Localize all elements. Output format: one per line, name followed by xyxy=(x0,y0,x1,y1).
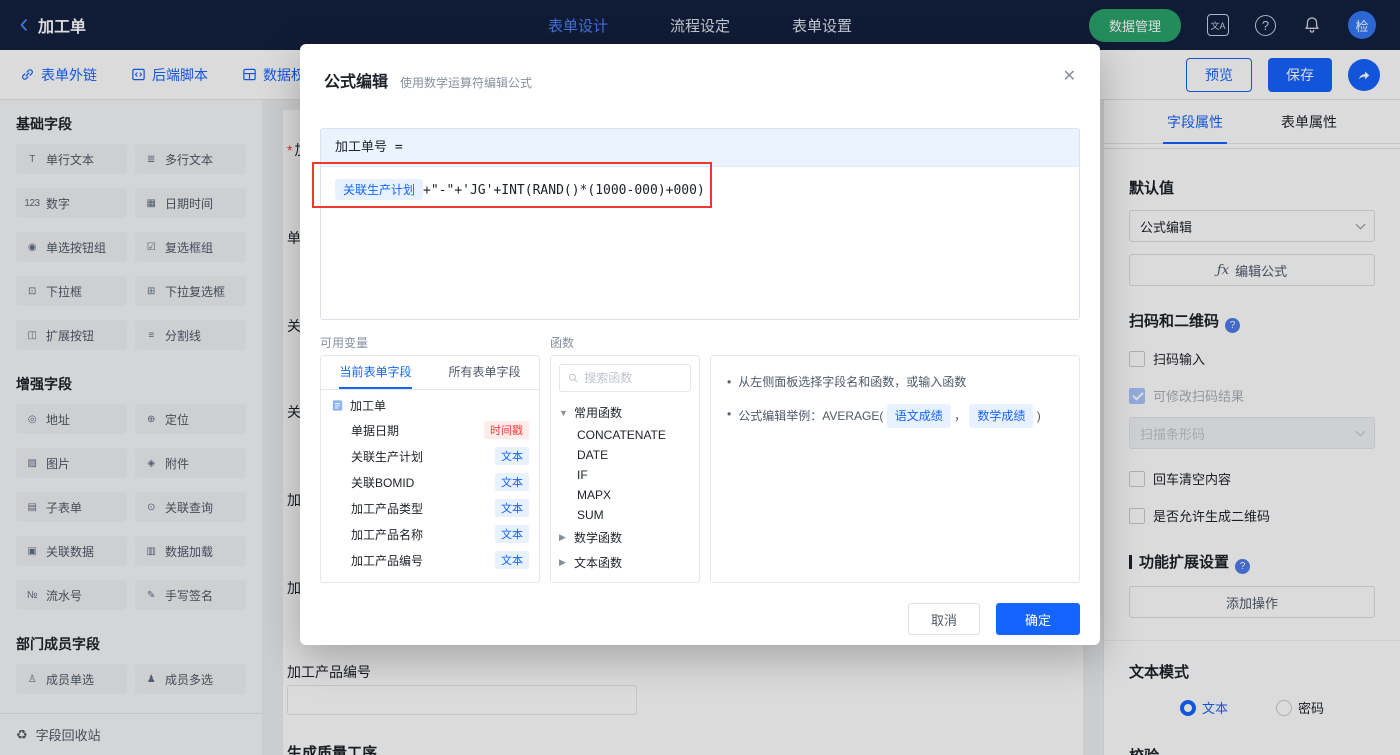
field-type-tag: 文本 xyxy=(495,551,529,569)
field-type-tag: 文本 xyxy=(495,473,529,491)
field-type-tag: 文本 xyxy=(495,499,529,517)
formula-target-label: 加工单号 = xyxy=(321,129,1079,167)
bullet-icon: • xyxy=(727,375,732,389)
example-separator: ， xyxy=(954,409,967,423)
variable-row[interactable]: 加工产品名称 文本 xyxy=(321,521,539,547)
close-icon[interactable]: ✕ xyxy=(1063,66,1076,86)
cancel-button[interactable]: 取消 xyxy=(908,603,980,635)
confirm-button[interactable]: 确定 xyxy=(996,603,1080,635)
field-type-tag: 时间戳 xyxy=(484,421,529,439)
function-item[interactable]: CONCATENATE xyxy=(551,425,699,445)
form-node-label: 加工单 xyxy=(350,399,387,413)
form-node[interactable]: 加工单 xyxy=(321,390,539,417)
example-chip: 语文成绩 xyxy=(886,404,951,428)
function-search-input[interactable] xyxy=(584,371,682,385)
variable-name: 加工产品类型 xyxy=(351,501,424,516)
variables-panel: 当前表单字段 所有表单字段 加工单 单据日期 时间戳 关联生产计划 文本 关联BOM… xyxy=(320,355,540,583)
variable-name: 关联生产计划 xyxy=(351,449,424,464)
dialog-title: 公式编辑 xyxy=(324,74,389,91)
variable-name: 关联BOMID xyxy=(351,475,415,490)
formula-input-area[interactable]: 关联生产计划 +"-"+'JG'+INT(RAND()*(1000-000)+00… xyxy=(321,167,1079,319)
functions-panel-label: 函数 xyxy=(550,336,575,350)
function-search xyxy=(559,364,691,392)
function-item[interactable]: SUM xyxy=(551,505,699,525)
variable-name: 加工产品编号 xyxy=(351,553,424,568)
help-text-2: 公式编辑举例：AVERAGE( 语文成绩 ， 数学成绩 ) xyxy=(738,404,1041,428)
variables-panel-label: 可用变量 xyxy=(320,336,369,350)
variable-name: 加工产品名称 xyxy=(351,527,424,542)
help-line-1: • 从左侧面板选择字段名和函数，或输入函数 xyxy=(727,372,1063,392)
help-panel: • 从左侧面板选择字段名和函数，或输入函数 • 公式编辑举例：AVERAGE( … xyxy=(710,355,1080,583)
chevron-right-icon: ▶ xyxy=(559,532,566,542)
help-body: • 从左侧面板选择字段名和函数，或输入函数 • 公式编辑举例：AVERAGE( … xyxy=(711,356,1079,444)
function-item[interactable]: IF xyxy=(551,465,699,485)
variable-row[interactable]: 单据日期 时间戳 xyxy=(321,417,539,443)
example-chip: 数学成绩 xyxy=(969,404,1034,428)
function-item[interactable]: MAPX xyxy=(551,485,699,505)
dialog-header: 公式编辑 使用数学运算符编辑公式 xyxy=(300,44,1100,92)
search-icon xyxy=(568,373,578,383)
variable-row[interactable]: 关联生产计划 文本 xyxy=(321,443,539,469)
formula-editor: 加工单号 = 关联生产计划 +"-"+'JG'+INT(RAND()*(1000-… xyxy=(320,128,1080,320)
variable-row[interactable]: 加工产品编号 文本 xyxy=(321,547,539,573)
function-item[interactable]: DATE xyxy=(551,445,699,465)
help-example-prefix: 公式编辑举例：AVERAGE( xyxy=(738,409,884,423)
functions-panel: ▼ 常用函数 CONCATENATE DATE IF MAPX SUM ▶ 数学… xyxy=(550,355,700,583)
variables-tabs: 当前表单字段 所有表单字段 xyxy=(321,356,539,390)
help-example-suffix: ) xyxy=(1036,409,1041,423)
form-doc-icon xyxy=(332,400,343,411)
dialog-footer: 取消 确定 xyxy=(320,603,1080,635)
bullet-icon: • xyxy=(727,407,732,421)
function-group-label: 常用函数 xyxy=(574,406,623,420)
tab-all-form-fields[interactable]: 所有表单字段 xyxy=(430,356,539,389)
panel-labels: 可用变量 函数 xyxy=(320,334,1080,351)
field-type-tag: 文本 xyxy=(495,447,529,465)
formula-edit-dialog: 公式编辑 使用数学运算符编辑公式 ✕ 加工单号 = 关联生产计划 +"-"+'JG… xyxy=(300,44,1100,645)
field-type-tag: 文本 xyxy=(495,525,529,543)
function-group-math[interactable]: ▶ 数学函数 xyxy=(551,525,699,550)
variable-row[interactable]: 加工产品类型 文本 xyxy=(321,495,539,521)
help-line-2: • 公式编辑举例：AVERAGE( 语文成绩 ， 数学成绩 ) xyxy=(727,404,1063,428)
dialog-subtitle: 使用数学运算符编辑公式 xyxy=(400,76,533,90)
function-group-label: 数学函数 xyxy=(574,531,623,545)
variable-name: 单据日期 xyxy=(351,423,400,438)
tab-current-form-fields[interactable]: 当前表单字段 xyxy=(321,356,430,389)
function-group-label: 文本函数 xyxy=(574,556,623,570)
help-text-1: 从左侧面板选择字段名和函数，或输入函数 xyxy=(738,375,967,389)
chevron-right-icon: ▶ xyxy=(559,557,566,567)
function-group-text[interactable]: ▶ 文本函数 xyxy=(551,550,699,575)
formula-text: +"-"+'JG'+INT(RAND()*(1000-000)+000) xyxy=(423,183,705,198)
chevron-down-icon: ▼ xyxy=(559,407,568,418)
dialog-panels: 当前表单字段 所有表单字段 加工单 单据日期 时间戳 关联生产计划 文本 关联BOM… xyxy=(320,355,1080,583)
function-group-common[interactable]: ▼ 常用函数 xyxy=(551,400,699,425)
variable-chip[interactable]: 关联生产计划 xyxy=(335,179,424,200)
variable-row[interactable]: 关联BOMID 文本 xyxy=(321,469,539,495)
